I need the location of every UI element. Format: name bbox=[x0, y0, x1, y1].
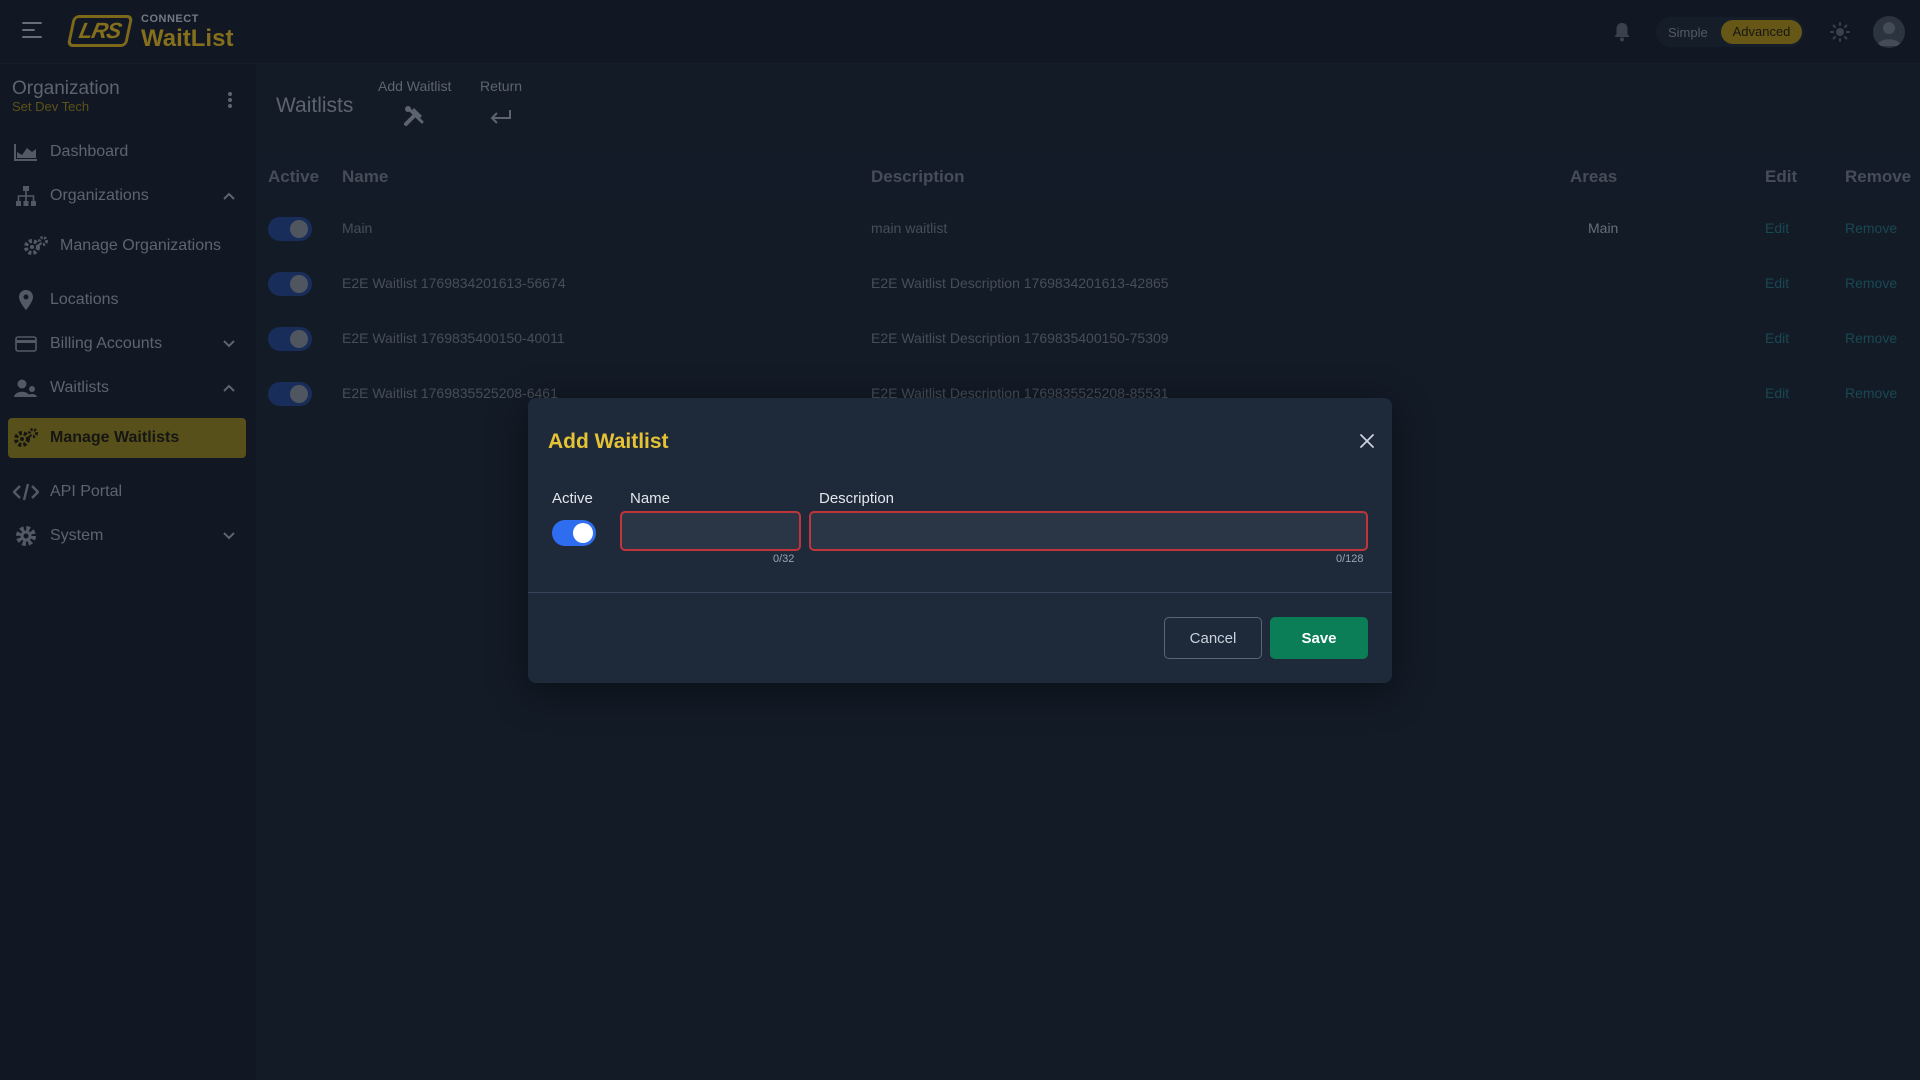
description-input[interactable] bbox=[809, 511, 1368, 551]
active-toggle[interactable] bbox=[552, 520, 596, 546]
name-label: Name bbox=[630, 490, 671, 507]
dialog-divider bbox=[528, 592, 1392, 593]
dialog-title: Add Waitlist bbox=[548, 430, 669, 453]
toggle-knob bbox=[573, 523, 593, 543]
active-label: Active bbox=[552, 490, 593, 507]
name-char-counter: 0/32 bbox=[773, 553, 795, 565]
add-waitlist-dialog: Add Waitlist Active Name 0/32 Descriptio… bbox=[528, 398, 1392, 683]
close-icon[interactable] bbox=[1359, 433, 1375, 449]
description-char-counter: 0/128 bbox=[1336, 553, 1364, 565]
name-input[interactable] bbox=[620, 511, 801, 551]
save-button[interactable]: Save bbox=[1270, 617, 1368, 659]
description-label: Description bbox=[819, 490, 895, 507]
cancel-button[interactable]: Cancel bbox=[1164, 617, 1262, 659]
